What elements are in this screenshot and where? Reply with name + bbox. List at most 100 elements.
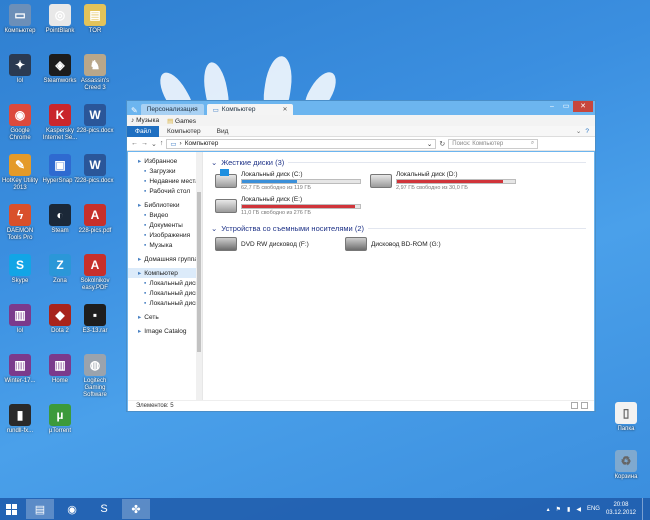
desktop-icon[interactable]: ▥ Winter-17...: [0, 354, 40, 385]
pictures-icon: ▪: [144, 231, 147, 239]
desktop-icon[interactable]: ▭ Компьютер: [0, 4, 40, 35]
drive-tile[interactable]: Локальный диск (E:) 11,0 ГБ свободно из 2…: [215, 196, 370, 216]
taskbar-item[interactable]: ◉: [58, 499, 86, 519]
nav-scrollbar[interactable]: [196, 152, 202, 400]
nav-item[interactable]: ▪ Видео: [128, 210, 202, 220]
forward-icon[interactable]: →: [141, 140, 148, 147]
search-icon[interactable]: ⌕: [531, 140, 534, 147]
tray-arrow-icon[interactable]: ▴: [547, 506, 550, 513]
nav-item[interactable]: ▪ Недавние места: [128, 176, 202, 186]
removable-drive-tile[interactable]: Дисковод BD-ROM (G:): [345, 237, 495, 251]
nav-item[interactable]: ▪ Рабочий стол: [128, 186, 202, 196]
desktop-icon[interactable]: ϟ DAEMON Tools Pro: [0, 204, 40, 242]
scrollbar-thumb[interactable]: [197, 192, 201, 352]
desktop-icon[interactable]: Z Zona: [40, 254, 80, 285]
nav-item[interactable]: ▸ Компьютер: [128, 268, 202, 278]
chevron-down-icon[interactable]: ⌄: [151, 140, 157, 148]
desktop-icon[interactable]: ▥ lol: [0, 304, 40, 335]
nav-item[interactable]: ▪ Музыка: [128, 240, 202, 250]
network-icon[interactable]: ▮: [567, 506, 570, 513]
removable-drive-tile[interactable]: DVD RW дисковод (F:): [215, 237, 345, 251]
nav-item[interactable]: ▸ Сеть: [128, 312, 202, 322]
language-indicator[interactable]: ENG: [587, 506, 600, 512]
tab-personalization[interactable]: Персонализация: [140, 104, 204, 115]
taskbar-item[interactable]: ✤: [122, 499, 150, 519]
minimize-button[interactable]: –: [545, 101, 559, 112]
desktop-icon[interactable]: ◎ PointBlank: [40, 4, 80, 35]
desktop-icon[interactable]: ✎ HotKey Utility 2013: [0, 154, 40, 192]
tab-label: Персонализация: [146, 106, 198, 113]
refresh-icon[interactable]: ↻: [439, 140, 445, 148]
pointblank-icon: ◎: [49, 4, 71, 26]
nav-item[interactable]: ▸ Избранное: [128, 156, 202, 166]
close-tab-icon[interactable]: ✕: [282, 106, 287, 113]
ribbon-tab-file[interactable]: Файл: [127, 125, 159, 137]
desktop-icon[interactable]: ✦ lol: [0, 54, 40, 85]
title-bar[interactable]: ✎ Персонализация ▭ Компьютер ✕ – ▭ ✕: [127, 101, 595, 115]
desktop-icon[interactable]: µ µTorrent: [40, 404, 80, 435]
desktop-icon[interactable]: ▥ Home: [40, 354, 80, 385]
wrench-icon[interactable]: ✎: [131, 106, 138, 115]
close-button[interactable]: ✕: [573, 101, 593, 112]
details-view-icon[interactable]: [571, 402, 578, 409]
desktop-icon-label: Компьютер: [4, 28, 36, 34]
tab-computer[interactable]: ▭ Компьютер ✕: [206, 104, 294, 115]
address-path[interactable]: ▭ › Компьютер ⌄: [166, 138, 437, 149]
desktop-icon[interactable]: ▪ E3-13.rar: [75, 304, 115, 335]
favorite-games[interactable]: ▤ Games: [167, 117, 196, 125]
show-desktop-button[interactable]: [642, 498, 646, 520]
chrome-icon: ◉: [9, 104, 31, 126]
taskbar-item[interactable]: S: [90, 499, 118, 519]
drive-tile[interactable]: Локальный диск (D:) 2,97 ГБ свободно из 3…: [370, 171, 525, 191]
ribbon-tab-view[interactable]: Вид: [209, 126, 237, 137]
drive-usage-fill: [397, 180, 504, 183]
drive-tile[interactable]: Локальный диск (C:) 62,7 ГБ свободно из 1…: [215, 169, 370, 191]
nav-item[interactable]: ▸ Домашняя группа: [128, 254, 202, 264]
desktop-icon[interactable]: A Sokolnikov easy.PDF: [75, 254, 115, 292]
nav-item[interactable]: ▪ Локальный диск: [128, 278, 202, 288]
nav-item[interactable]: ▪ Локальный диск: [128, 288, 202, 298]
taskbar-item[interactable]: ▤: [26, 499, 54, 519]
desktop-icon[interactable]: K Kaspersky Internet Se...: [40, 104, 80, 142]
desktop-icon[interactable]: ▣ HyperSnap 7: [40, 154, 80, 185]
nav-item[interactable]: ▪ Локальный диск: [128, 298, 202, 308]
ribbon-tab-computer[interactable]: Компьютер: [159, 126, 209, 137]
up-icon[interactable]: ↑: [160, 140, 164, 147]
back-icon[interactable]: ←: [131, 140, 138, 147]
desktop-icon[interactable]: ◈ Steamworks: [40, 54, 80, 85]
desktop-icon[interactable]: S Skype: [0, 254, 40, 285]
start-button[interactable]: [0, 498, 22, 520]
desktop-icon[interactable]: ▮ rundll-fx...: [0, 404, 40, 435]
desktop-icon[interactable]: ◍ Logitech Gaming Software: [75, 354, 115, 399]
desktop-icon[interactable]: A 228-pics.pdf: [75, 204, 115, 235]
search-input[interactable]: Поиск: Компьютер ⌕: [448, 138, 539, 149]
chevron-down-icon[interactable]: ⌄: [576, 127, 581, 135]
desktop-icon[interactable]: ♞ Assassin's Creed 3: [75, 54, 115, 92]
desktop-icon-label: DAEMON Tools Pro: [6, 228, 34, 241]
documents-icon: ▪: [144, 221, 147, 229]
desktop-icon[interactable]: W 228-pics.docx: [75, 154, 115, 185]
nav-item[interactable]: ▸ Библиотеки: [128, 200, 202, 210]
desktop-icon[interactable]: ▤ TOR: [75, 4, 115, 35]
group-header-removable[interactable]: ⌄ Устройства со съемными носителями (2): [211, 224, 586, 233]
desktop-icon[interactable]: ◉ Google Chrome: [0, 104, 40, 142]
desktop-icon[interactable]: ◐ Steam: [40, 204, 80, 235]
desktop-icon[interactable]: ▯ Папка: [606, 402, 646, 433]
desktop-icon[interactable]: ◆ Dota 2: [40, 304, 80, 335]
volume-icon[interactable]: ◀: [576, 506, 581, 513]
help-icon[interactable]: ?: [585, 128, 589, 135]
desktop-icon[interactable]: ♻ Корзина: [606, 450, 646, 481]
group-header-hard-drives[interactable]: ⌄ Жесткие диски (3): [211, 158, 586, 167]
desktop-icon[interactable]: W 228-pics.docx: [75, 104, 115, 135]
nav-item[interactable]: ▸ Image Catalog: [128, 326, 202, 336]
maximize-button[interactable]: ▭: [559, 101, 573, 112]
favorite-music[interactable]: ♪ Музыка: [131, 117, 159, 124]
chevron-down-icon[interactable]: ⌄: [427, 140, 432, 148]
nav-item[interactable]: ▪ Документы: [128, 220, 202, 230]
desktop-icon-label: Steamworks: [43, 78, 77, 84]
tiles-view-icon[interactable]: [581, 402, 588, 409]
nav-item[interactable]: ▪ Загрузки: [128, 166, 202, 176]
clock[interactable]: 20:08 03.12.2012: [606, 501, 636, 517]
flag-icon[interactable]: ⚑: [556, 506, 561, 513]
nav-item[interactable]: ▪ Изображения: [128, 230, 202, 240]
